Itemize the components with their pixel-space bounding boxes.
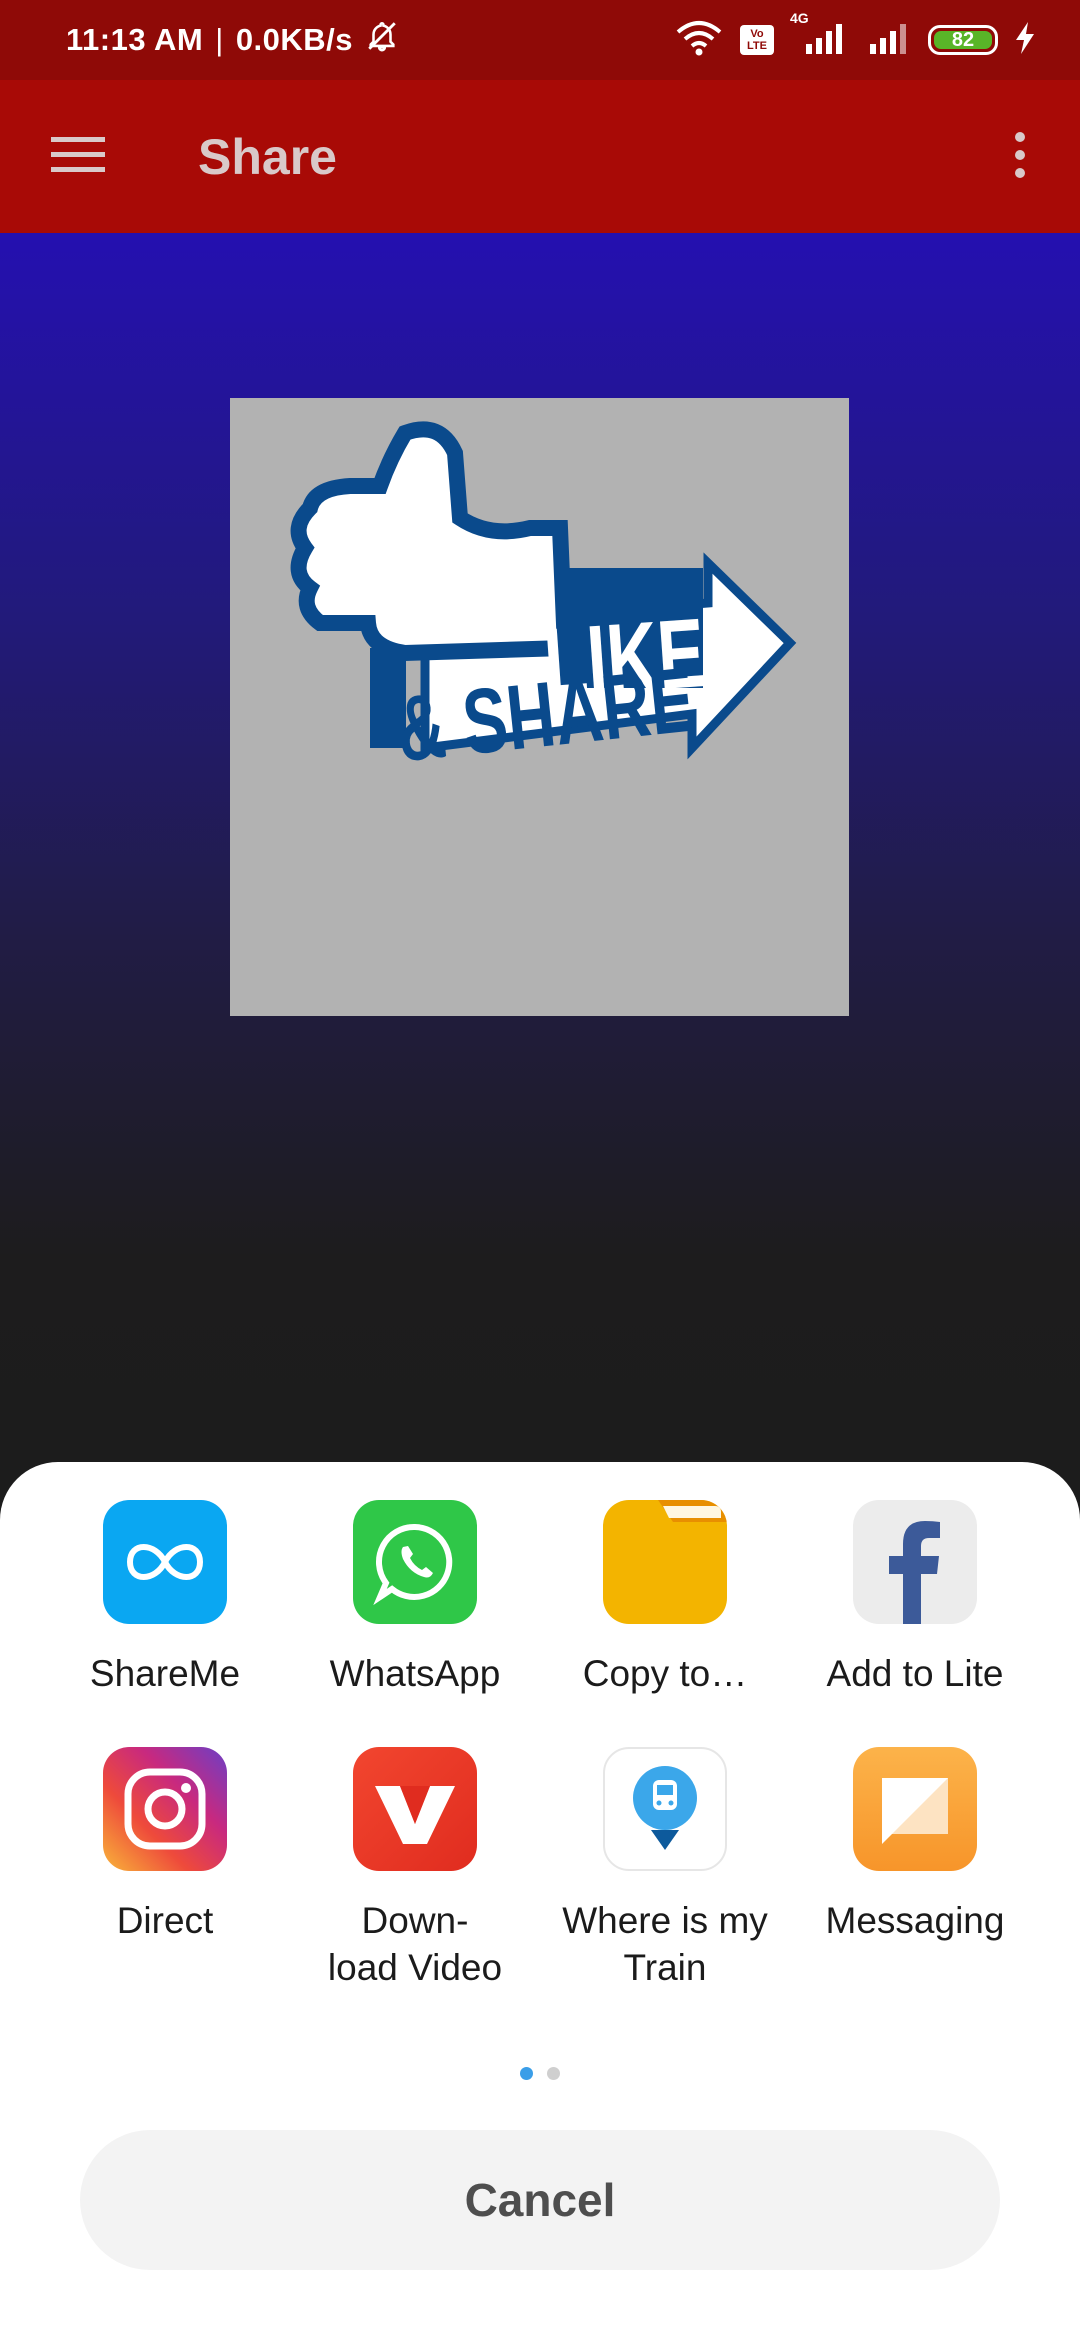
page-title: Share — [198, 129, 337, 185]
share-app-add-to-lite[interactable]: Add to Lite — [790, 1500, 1040, 1697]
app-label: Where is my Train — [562, 1900, 768, 1988]
instagram-icon — [103, 1747, 227, 1871]
share-app-shareme[interactable]: ShareMe — [40, 1500, 290, 1697]
signal-icon: 4G — [790, 10, 850, 59]
volte-icon: Vo LTE — [740, 25, 774, 55]
app-label: Copy to… — [582, 1653, 748, 1694]
menu-button[interactable] — [40, 125, 115, 189]
volte-line2: LTE — [747, 40, 767, 52]
share-app-direct[interactable]: Direct — [40, 1747, 290, 1991]
app-label: ShareMe — [89, 1653, 241, 1694]
hamburger-menu-icon — [50, 135, 105, 180]
more-options-button[interactable] — [990, 125, 1050, 189]
wifi-icon — [674, 20, 724, 61]
vidmate-icon — [353, 1747, 477, 1871]
app-label: WhatsApp — [329, 1653, 501, 1694]
thumbs-up-icon: LIKE & SHARE — [290, 421, 797, 781]
status-bar: 11:13 AM | 0.0KB/s Vo LTE 4G 82 — [0, 0, 1080, 80]
share-app-where-is-my-train[interactable]: Where is my Train — [540, 1747, 790, 1991]
page-indicator — [0, 2067, 1080, 2080]
status-net-speed: 0.0KB/s — [235, 22, 354, 57]
status-right: Vo LTE 4G 82 — [674, 10, 1036, 61]
folder-icon — [603, 1500, 727, 1624]
share-app-copy-to[interactable]: Copy to… — [540, 1500, 790, 1697]
share-app-grid: ShareMe WhatsApp Copy to… Add to Lite Di — [40, 1500, 1040, 1991]
facebook-icon — [853, 1500, 977, 1624]
volte-line1: Vo — [750, 28, 764, 40]
page-dot-active[interactable] — [520, 2067, 533, 2080]
status-left: 11:13 AM | 0.0KB/s — [66, 19, 399, 61]
share-sheet: ShareMe WhatsApp Copy to… Add to Lite Di — [0, 1462, 1080, 2340]
charging-icon — [1014, 21, 1036, 59]
whatsapp-icon — [353, 1500, 477, 1624]
battery-level: 82 — [951, 28, 975, 51]
content-area: LIKE & SHARE — [0, 233, 1080, 1513]
network-type: 4G — [790, 9, 809, 26]
share-app-messaging[interactable]: Messaging — [790, 1747, 1040, 1991]
app-label: Add to Lite — [826, 1653, 1004, 1694]
muted-bell-icon — [365, 19, 399, 61]
app-label: Messaging — [825, 1900, 1005, 1941]
signal-icon — [866, 22, 912, 59]
battery-icon: 82 — [928, 25, 998, 55]
share-app-download-video[interactable]: Down- load Video — [290, 1747, 540, 1991]
app-label: Down- load Video — [327, 1900, 503, 1988]
messaging-icon — [853, 1747, 977, 1871]
shareme-icon — [103, 1500, 227, 1624]
like-share-image: LIKE & SHARE — [230, 398, 849, 1016]
status-time: 11:13 AM — [66, 22, 204, 57]
more-vert-icon — [1013, 131, 1027, 184]
status-separator: | — [215, 22, 224, 57]
app-bar: Share — [0, 80, 1080, 233]
cancel-button[interactable]: Cancel — [80, 2130, 1000, 2270]
page-dot[interactable] — [547, 2067, 560, 2080]
share-app-whatsapp[interactable]: WhatsApp — [290, 1500, 540, 1697]
train-icon — [603, 1747, 727, 1871]
app-label: Direct — [116, 1900, 214, 1941]
